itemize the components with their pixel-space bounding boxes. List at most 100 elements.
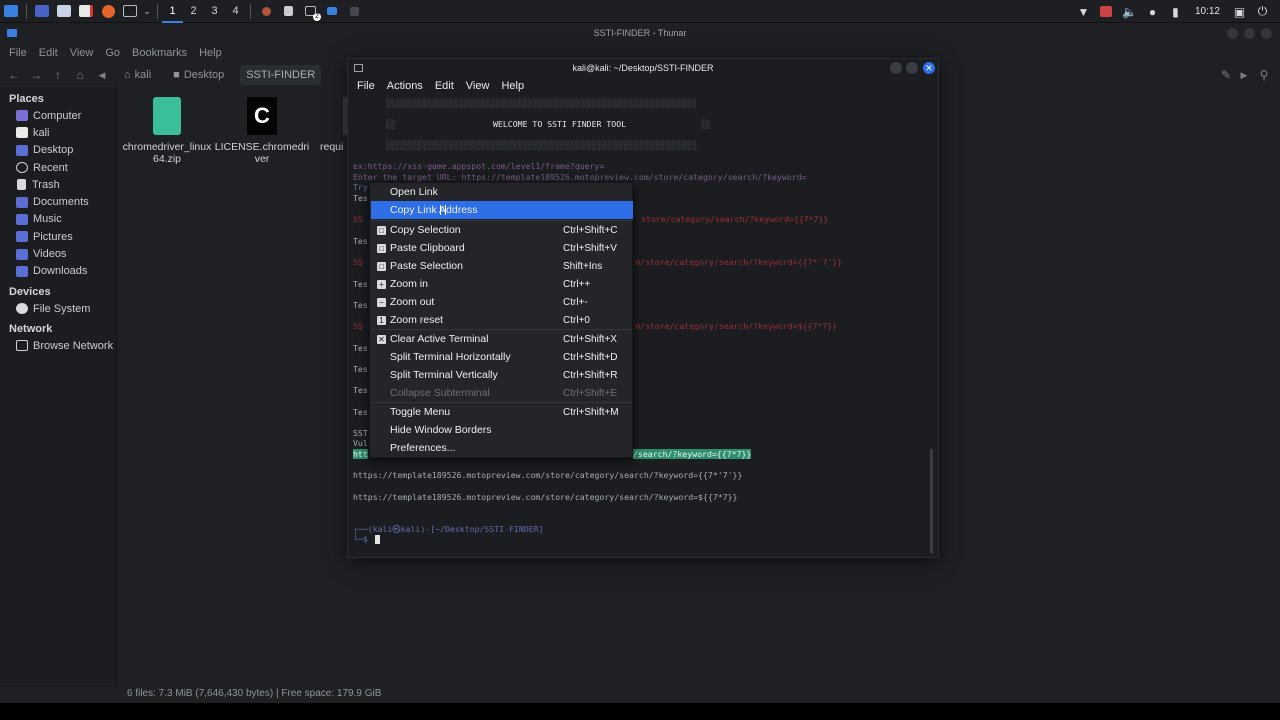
breadcrumb-desktop[interactable]: ■ Desktop bbox=[167, 65, 230, 85]
menu-item-clear-active-terminal[interactable]: ✕ Clear Active Terminal Ctrl+Shift+X bbox=[371, 330, 633, 348]
sidebar-item-downloads[interactable]: Downloads bbox=[0, 263, 116, 280]
highlighted-link-tail[interactable]: /search/?keyword={{7*7}} bbox=[633, 449, 752, 459]
sidebar-item-videos[interactable]: Videos bbox=[0, 245, 116, 262]
menu-item-toggle-menu[interactable]: Toggle Menu Ctrl+Shift+M bbox=[371, 403, 633, 421]
workspace-2[interactable]: 2 bbox=[183, 0, 204, 23]
desktop-folder-icon bbox=[16, 144, 28, 156]
breadcrumb-kali[interactable]: ⌂ kali bbox=[118, 65, 157, 85]
clear-icon: ✕ bbox=[377, 334, 386, 344]
paste-icon: □ bbox=[377, 261, 386, 271]
menu-item-copy-selection[interactable]: □ Copy Selection Ctrl+Shift+C bbox=[371, 221, 633, 239]
terminal-launcher-icon[interactable] bbox=[119, 0, 141, 22]
menu-item-zoom-reset[interactable]: 1 Zoom reset Ctrl+0 bbox=[371, 311, 633, 329]
menu-help[interactable]: Help bbox=[193, 47, 228, 59]
test-fragment: Tes bbox=[353, 236, 368, 246]
close-button[interactable]: ✕ bbox=[923, 62, 935, 74]
menu-item-split-vertically[interactable]: Split Terminal Vertically Ctrl+Shift+R bbox=[371, 366, 633, 384]
menu-edit[interactable]: Edit bbox=[33, 47, 64, 59]
red-url-partial: m/store/category/search/?keyword=${{7*7}… bbox=[635, 321, 838, 331]
file-item[interactable]: C LICENSE.chromedri ver bbox=[214, 97, 310, 165]
edit-location-icon[interactable]: ✎ bbox=[1220, 68, 1232, 82]
banner-side-left: ░░ bbox=[386, 119, 396, 129]
file-item[interactable]: chromedriver_linux 64.zip bbox=[119, 97, 215, 165]
result-url-line[interactable]: https://template189526.motopreview.com/s… bbox=[353, 470, 742, 480]
search-icon[interactable]: ⚲ bbox=[1258, 68, 1270, 82]
sidebar-item-browse-network[interactable]: Browse Network bbox=[0, 337, 116, 354]
menu-item-zoom-in[interactable]: + Zoom in Ctrl++ bbox=[371, 275, 633, 293]
menu-item-split-horizontally[interactable]: Split Terminal Horizontally Ctrl+Shift+D bbox=[371, 348, 633, 366]
maximize-button[interactable] bbox=[1244, 28, 1255, 39]
taskbar-terminal-icon[interactable]: 2 bbox=[299, 0, 321, 22]
menu-item-open-link[interactable]: Open Link bbox=[371, 183, 633, 201]
sidebar-item-file-system[interactable]: File System bbox=[0, 300, 116, 317]
menu-edit[interactable]: Edit bbox=[429, 80, 460, 92]
panel-separator bbox=[157, 3, 158, 19]
blank-icon bbox=[377, 188, 386, 197]
up-arrow-icon[interactable]: ↑ bbox=[52, 68, 64, 82]
text-editor-icon[interactable] bbox=[75, 0, 97, 22]
sidebar-item-documents[interactable]: Documents bbox=[0, 193, 116, 210]
chevron-left-icon[interactable]: ◀ bbox=[96, 70, 108, 81]
highlighted-link-start[interactable]: htt bbox=[353, 449, 368, 459]
breadcrumb-ssti-finder[interactable]: SSTI-FINDER bbox=[240, 65, 322, 85]
menu-file[interactable]: File bbox=[3, 47, 33, 59]
network-icon[interactable]: ▼ bbox=[1074, 2, 1093, 21]
blank-icon bbox=[377, 206, 386, 215]
menu-item-zoom-out[interactable]: − Zoom out Ctrl+- bbox=[371, 293, 633, 311]
clock[interactable]: 10:12 bbox=[1189, 6, 1226, 17]
minimize-button[interactable] bbox=[890, 62, 902, 74]
lock-icon[interactable]: ▣ bbox=[1230, 2, 1249, 21]
taskbar-editor-icon[interactable] bbox=[277, 0, 299, 22]
sidebar-item-recent[interactable]: Recent bbox=[0, 159, 116, 176]
workspace-4[interactable]: 4 bbox=[225, 0, 246, 23]
sidebar-item-kali[interactable]: kali bbox=[0, 124, 116, 141]
battery-icon[interactable]: ▮ bbox=[1166, 2, 1185, 21]
menu-item-paste-clipboard[interactable]: □ Paste Clipboard Ctrl+Shift+V bbox=[371, 239, 633, 257]
minimize-button[interactable] bbox=[1227, 28, 1238, 39]
home-icon[interactable]: ⌂ bbox=[74, 68, 86, 82]
taskbar-app-icon[interactable] bbox=[255, 0, 277, 22]
chevron-right-icon[interactable]: ▶ bbox=[1238, 70, 1250, 81]
close-button[interactable] bbox=[1261, 28, 1272, 39]
chevron-down-icon[interactable]: ⌄ bbox=[141, 0, 153, 22]
menu-item-preferences[interactable]: Preferences... bbox=[371, 439, 633, 457]
menu-help[interactable]: Help bbox=[495, 80, 530, 92]
menu-view[interactable]: View bbox=[64, 47, 100, 59]
menu-view[interactable]: View bbox=[460, 80, 496, 92]
banner-side-right: ░░ bbox=[701, 119, 711, 129]
menu-actions[interactable]: Actions bbox=[381, 80, 429, 92]
sidebar-item-desktop[interactable]: Desktop bbox=[0, 142, 116, 159]
workspace-3[interactable]: 3 bbox=[204, 0, 225, 23]
menu-item-copy-link-address[interactable]: Copy Link Address bbox=[371, 201, 633, 219]
firefox-icon[interactable] bbox=[97, 0, 119, 22]
maximize-button[interactable] bbox=[906, 62, 918, 74]
blank-icon bbox=[377, 353, 386, 362]
back-arrow-icon[interactable]: ← bbox=[8, 68, 20, 82]
volume-icon[interactable]: 🔈 bbox=[1120, 2, 1139, 21]
menu-bookmarks[interactable]: Bookmarks bbox=[126, 47, 193, 59]
screen-recorder-icon[interactable] bbox=[1097, 2, 1116, 21]
menu-item-collapse-subterminal: Collapse Subterminal Ctrl+Shift+E bbox=[371, 384, 633, 402]
menu-file[interactable]: File bbox=[351, 80, 381, 92]
menu-item-hide-window-borders[interactable]: Hide Window Borders bbox=[371, 421, 633, 439]
file-manager-icon[interactable] bbox=[53, 0, 75, 22]
workspace-1[interactable]: 1 bbox=[162, 0, 183, 23]
result-url-line[interactable]: https://template189526.motopreview.com/s… bbox=[353, 492, 738, 502]
blank-icon bbox=[377, 371, 386, 380]
taskbar-window-icon[interactable] bbox=[343, 0, 365, 22]
sidebar-item-music[interactable]: Music bbox=[0, 211, 116, 228]
sidebar-item-computer[interactable]: Computer bbox=[0, 107, 116, 124]
kali-menu-icon[interactable] bbox=[0, 0, 22, 22]
menu-item-paste-selection[interactable]: □ Paste Selection Shift+Ins bbox=[371, 257, 633, 275]
terminal-scrollbar[interactable] bbox=[930, 449, 933, 554]
menu-go[interactable]: Go bbox=[99, 47, 126, 59]
forward-arrow-icon[interactable]: → bbox=[30, 68, 42, 82]
sidebar-item-pictures[interactable]: Pictures bbox=[0, 228, 116, 245]
notifications-bell-icon[interactable]: ● bbox=[1143, 2, 1162, 21]
desktop-icon[interactable] bbox=[31, 0, 53, 22]
sidebar-item-trash[interactable]: Trash bbox=[0, 176, 116, 193]
taskbar-thunar-icon[interactable] bbox=[321, 0, 343, 22]
file-item[interactable]: requi bbox=[308, 97, 353, 153]
power-icon[interactable]: ⏻ bbox=[1253, 2, 1272, 21]
thunar-window-icon bbox=[7, 29, 17, 37]
